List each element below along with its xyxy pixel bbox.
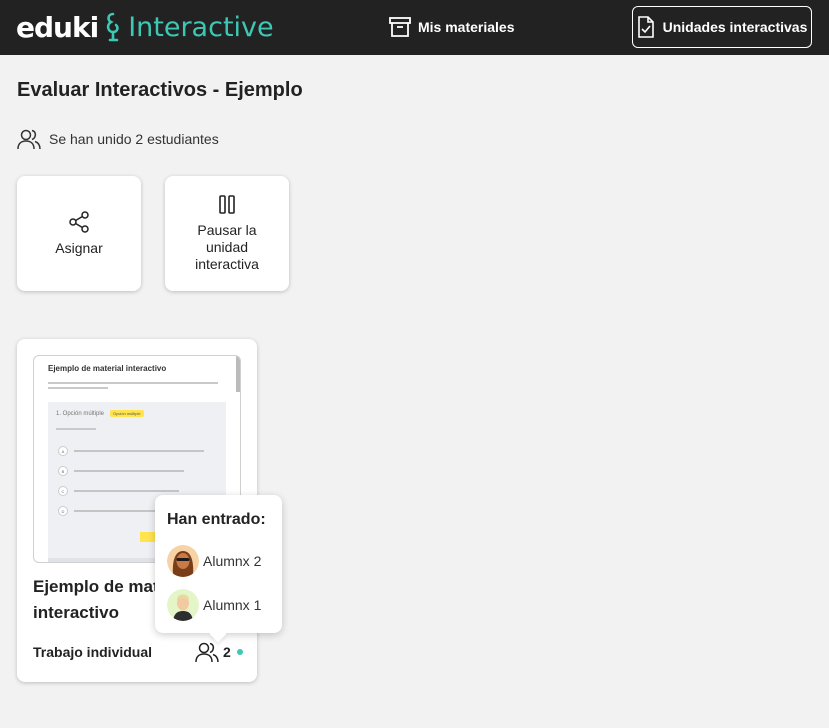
eduki-logo[interactable]: eduki Interactive — [16, 9, 274, 45]
pause-label-line1: Pausar la — [197, 222, 257, 238]
users-icon — [195, 642, 219, 663]
thumbnail-option: B — [58, 464, 218, 478]
pause-icon — [219, 195, 235, 214]
tooltip-title: Han entrado: — [167, 511, 266, 528]
thumbnail-text-line — [48, 387, 108, 389]
logo-eduki-text: eduki — [16, 10, 99, 44]
active-status-dot — [236, 649, 243, 655]
pause-unit-button[interactable]: Pausar la unidad interactiva — [165, 176, 289, 291]
logo-interactive-text: Interactive — [128, 11, 274, 43]
thumbnail-option-letter: B — [58, 466, 68, 476]
thumbnail-option-text — [74, 450, 204, 452]
pause-label-line3: interactiva — [195, 256, 259, 272]
page-title: Evaluar Interactivos - Ejemplo — [17, 79, 303, 101]
thumbnail-option-letter: D — [58, 506, 68, 516]
share-icon — [69, 211, 89, 233]
thumbnail-option-text — [74, 490, 179, 492]
thumbnail-scrollbar — [236, 356, 240, 392]
thumbnail-text-line — [48, 382, 218, 384]
thumbnail-title: Ejemplo de material interactivo — [48, 364, 167, 373]
assign-button-label: Asignar — [55, 240, 103, 256]
archive-icon — [389, 17, 411, 37]
participants-count-number: 2 — [223, 644, 231, 660]
thumbnail-option-letter: A — [58, 446, 68, 456]
participants-count[interactable]: 2 — [195, 641, 243, 663]
work-mode-label: Trabajo individual — [33, 644, 153, 660]
thumbnail-option: A — [58, 444, 218, 458]
nav-mis-materiales[interactable]: Mis materiales — [388, 14, 515, 40]
pause-label-line2: unidad — [205, 239, 249, 255]
thumbnail-question-tag: Opción múltiple — [110, 410, 144, 417]
top-bar: eduki Interactive Mis materiales Unidade… — [0, 0, 829, 55]
avatar — [167, 545, 199, 577]
thumbnail-text-line — [56, 428, 96, 430]
thumbnail-option-text — [74, 470, 184, 472]
nav-mis-materiales-label: Mis materiales — [418, 19, 515, 35]
participant-item: Alumnx 2 — [167, 545, 261, 577]
document-check-icon — [637, 16, 654, 38]
participants-tooltip: Han entrado: Alumnx 2 Alumnx 1 — [155, 495, 282, 643]
assign-button[interactable]: Asignar — [17, 176, 141, 291]
participant-name: Alumnx 1 — [203, 597, 262, 613]
thumbnail-option-letter: C — [58, 486, 68, 496]
students-joined-text: Se han unido 2 estudiantes — [49, 131, 219, 147]
nav-unidades-interactivas[interactable]: Unidades interactivas — [632, 6, 812, 48]
participant-item: Alumnx 1 — [167, 589, 261, 621]
thumbnail-question-label: 1. Opción múltiple — [56, 410, 105, 417]
nav-unidades-interactivas-label: Unidades interactivas — [662, 19, 808, 35]
avatar — [167, 589, 199, 621]
thumbnail-question: 1. Opción múltiple Opción múltiple — [56, 410, 144, 417]
students-joined-status: Se han unido 2 estudiantes — [17, 128, 219, 150]
logo-mark-icon — [107, 12, 119, 42]
users-icon — [17, 129, 41, 150]
participant-name: Alumnx 2 — [203, 553, 262, 569]
